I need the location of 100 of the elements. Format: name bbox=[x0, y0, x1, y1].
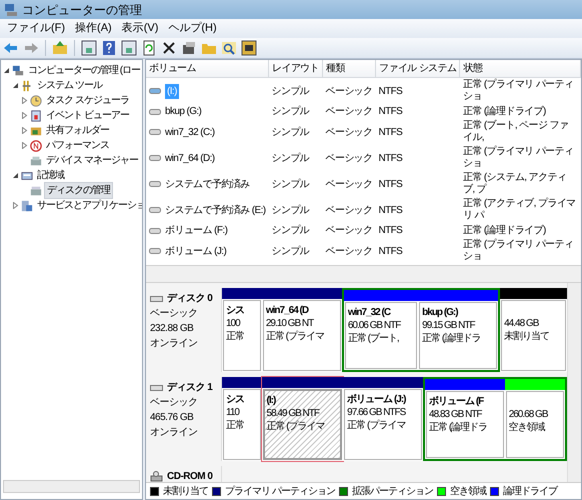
table-cell-text: NTFS bbox=[378, 105, 404, 119]
column-header[interactable]: 状態 bbox=[460, 60, 580, 78]
partition-block[interactable]: ボリューム (J:) 97.66 GB NTFS 正常 (プライマ bbox=[344, 389, 422, 460]
table-cell-text: ベーシック bbox=[324, 126, 374, 140]
column-header[interactable]: ボリューム bbox=[146, 60, 268, 78]
help-icon[interactable] bbox=[101, 40, 117, 56]
volume-name[interactable]: ボリューム (J:) bbox=[165, 244, 226, 258]
partition-block[interactable]: 260.68 GB 空き領域 bbox=[506, 391, 564, 458]
folder-up-icon[interactable] bbox=[52, 40, 68, 56]
tree-item[interactable]: タスク スケジューラ bbox=[44, 93, 131, 108]
drive-icon bbox=[149, 154, 161, 162]
volume-name[interactable]: bkup (G:) bbox=[165, 104, 202, 119]
app-icon bbox=[21, 200, 33, 212]
menu-item[interactable]: 表示(V) bbox=[116, 20, 164, 37]
settings-icon[interactable] bbox=[241, 40, 257, 56]
tree-item[interactable]: デバイス マネージャー bbox=[44, 153, 140, 168]
cd-drive-icon bbox=[150, 471, 163, 482]
partition-name: シス bbox=[226, 304, 245, 317]
tree-item[interactable]: パフォーマンス bbox=[44, 138, 111, 153]
partition-size: 100 bbox=[226, 317, 242, 330]
partition-status: 正常 (ブート, bbox=[348, 332, 400, 345]
table-cell-text: NTFS bbox=[378, 224, 404, 238]
refresh-icon[interactable] bbox=[141, 40, 157, 56]
table-cell-text: 正常 (アクティブ, プライマリ パ bbox=[462, 197, 577, 223]
tree-item[interactable]: コンピューターの管理 (ロー bbox=[26, 63, 142, 78]
search-icon[interactable] bbox=[221, 40, 237, 56]
table-cell-text: 正常 (システム, アクティブ, プ bbox=[462, 171, 568, 197]
menu-item[interactable]: 操作(A) bbox=[70, 20, 117, 37]
partition-block[interactable]: win7_64 (D 29.10 GB NT 正常 (プライマ bbox=[262, 300, 341, 371]
partition-size: 97.66 GB NTFS bbox=[347, 406, 407, 419]
partition-name: win7_64 (D bbox=[266, 304, 310, 317]
device-icon bbox=[30, 154, 42, 166]
volume-name[interactable]: システムで予約済み (E:) bbox=[165, 202, 266, 218]
menu-item[interactable]: ヘルプ(H) bbox=[163, 20, 222, 37]
table-cell-text: ベーシック bbox=[324, 244, 374, 258]
partition-size: 110 bbox=[226, 406, 240, 419]
log-icon bbox=[30, 110, 42, 122]
volume-name[interactable]: win7_32 (C:) bbox=[165, 124, 214, 140]
partition-status: 正常 bbox=[226, 419, 245, 432]
table-cell-text: ベーシック bbox=[324, 152, 374, 166]
expander-icon[interactable] bbox=[12, 82, 19, 89]
properties-icon[interactable] bbox=[181, 40, 197, 56]
disk-size: 465.76 GB bbox=[150, 411, 194, 425]
pane-icon[interactable] bbox=[121, 40, 137, 56]
back-arrow-icon[interactable] bbox=[3, 40, 19, 56]
tree-item[interactable]: 共有フォルダー bbox=[44, 123, 111, 138]
computer-icon bbox=[4, 2, 18, 16]
partition-block[interactable]: シス 100 正常 bbox=[223, 300, 261, 371]
drive-icon bbox=[149, 247, 161, 255]
tree-item[interactable]: サービスとアプリケーショ bbox=[35, 198, 142, 213]
partition-block[interactable]: ボリューム (F 48.83 GB NTF 正常 (論理ドラ bbox=[426, 391, 504, 458]
partition-block[interactable]: シス 110 正常 bbox=[223, 389, 261, 460]
column-header[interactable]: レイアウト bbox=[268, 60, 323, 78]
volume-name[interactable]: win7_64 (D:) bbox=[165, 150, 214, 166]
partition-status: 正常 (論理ドラ bbox=[422, 332, 482, 345]
menu-item[interactable]: ファイル(F) bbox=[2, 20, 70, 37]
volume-name[interactable]: ボリューム (F:) bbox=[165, 223, 228, 238]
partition-name: ボリューム (J:) bbox=[347, 393, 407, 406]
legend-label: 未割り当て bbox=[163, 484, 208, 498]
table-cell-text: NTFS bbox=[378, 244, 404, 258]
tools-icon bbox=[21, 80, 33, 92]
table-cell-text: シンプル bbox=[270, 104, 310, 119]
table-cell-text: 正常 (論理ドライブ) bbox=[462, 104, 547, 118]
vertical-scrollbar[interactable] bbox=[567, 283, 581, 482]
clock-icon bbox=[30, 94, 42, 106]
legend-label: 拡張パーティション bbox=[352, 484, 433, 498]
column-header[interactable]: ファイル システム bbox=[376, 60, 460, 78]
partition-size: 29.10 GB NT bbox=[266, 317, 315, 330]
column-header[interactable]: 種類 bbox=[322, 60, 376, 78]
legend-label: 空き領域 bbox=[450, 484, 486, 498]
pane-icon[interactable] bbox=[81, 40, 97, 56]
partition-status: 正常 (プライマ bbox=[266, 330, 325, 343]
partition-block[interactable]: 44.48 GB 未割り当て bbox=[501, 300, 566, 371]
drive-icon bbox=[149, 87, 161, 95]
partition-block[interactable]: bkup (G:) 99.15 GB NTF 正常 (論理ドラ bbox=[419, 302, 498, 369]
tree-item[interactable]: イベント ビューアー bbox=[44, 108, 131, 123]
forward-arrow-icon[interactable] bbox=[23, 40, 39, 56]
partition-name: bkup (G:) bbox=[422, 306, 459, 319]
disk-size: 232.88 GB bbox=[150, 322, 194, 336]
drive-icon bbox=[149, 128, 161, 136]
horizontal-scrollbar[interactable] bbox=[3, 480, 140, 493]
partition-block[interactable]: win7_32 (C 60.06 GB NTF 正常 (ブート, bbox=[344, 302, 418, 369]
partition-status: 正常 (プライマ bbox=[266, 420, 326, 433]
expander-icon[interactable] bbox=[3, 67, 10, 74]
partition-name: シス bbox=[226, 393, 245, 406]
tree-item[interactable]: ディスクの管理 bbox=[44, 182, 113, 199]
partition-status: 空き領域 bbox=[508, 421, 546, 434]
partition-block[interactable]: (I:) 58.49 GB NTF 正常 (プライマ bbox=[262, 389, 342, 460]
tree-item[interactable]: 記憶域 bbox=[35, 168, 66, 183]
partition-status: 正常 (論理ドラ bbox=[429, 421, 488, 434]
delete-icon[interactable] bbox=[161, 40, 177, 56]
volume-name[interactable]: システムで予約済み bbox=[165, 176, 250, 192]
computer-icon bbox=[12, 64, 24, 76]
drive-icon bbox=[149, 108, 161, 116]
table-cell-text: ベーシック bbox=[324, 105, 374, 119]
storage-icon bbox=[21, 170, 33, 182]
expander-icon[interactable] bbox=[12, 172, 19, 179]
table-cell-text: NTFS bbox=[378, 152, 404, 166]
table-cell-text: 正常 (論理ドライブ) bbox=[462, 224, 547, 238]
tree-item[interactable]: システム ツール bbox=[35, 78, 104, 93]
